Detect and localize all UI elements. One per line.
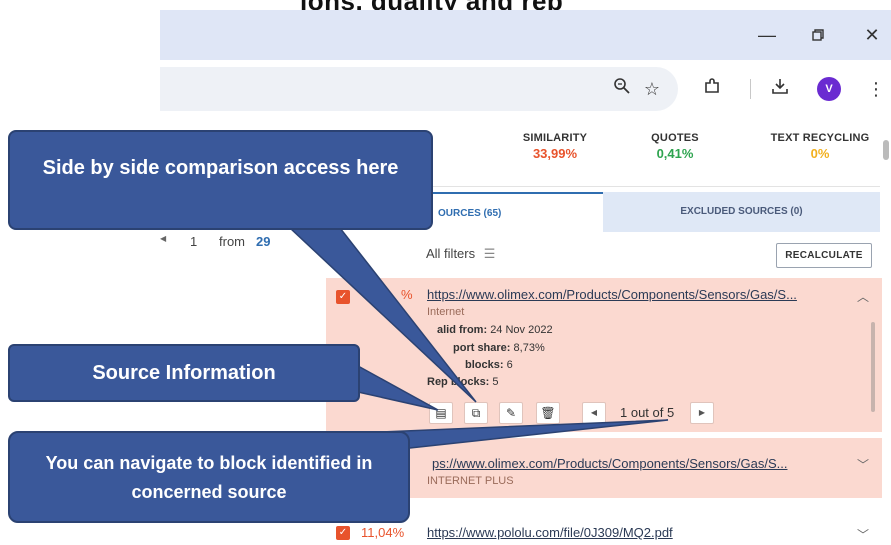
callout-source-info: Source Information <box>8 344 360 402</box>
callout-side-by-side: Side by side comparison access here <box>8 130 433 230</box>
callout-navigate-blocks: You can navigate to block identified in … <box>8 431 410 523</box>
